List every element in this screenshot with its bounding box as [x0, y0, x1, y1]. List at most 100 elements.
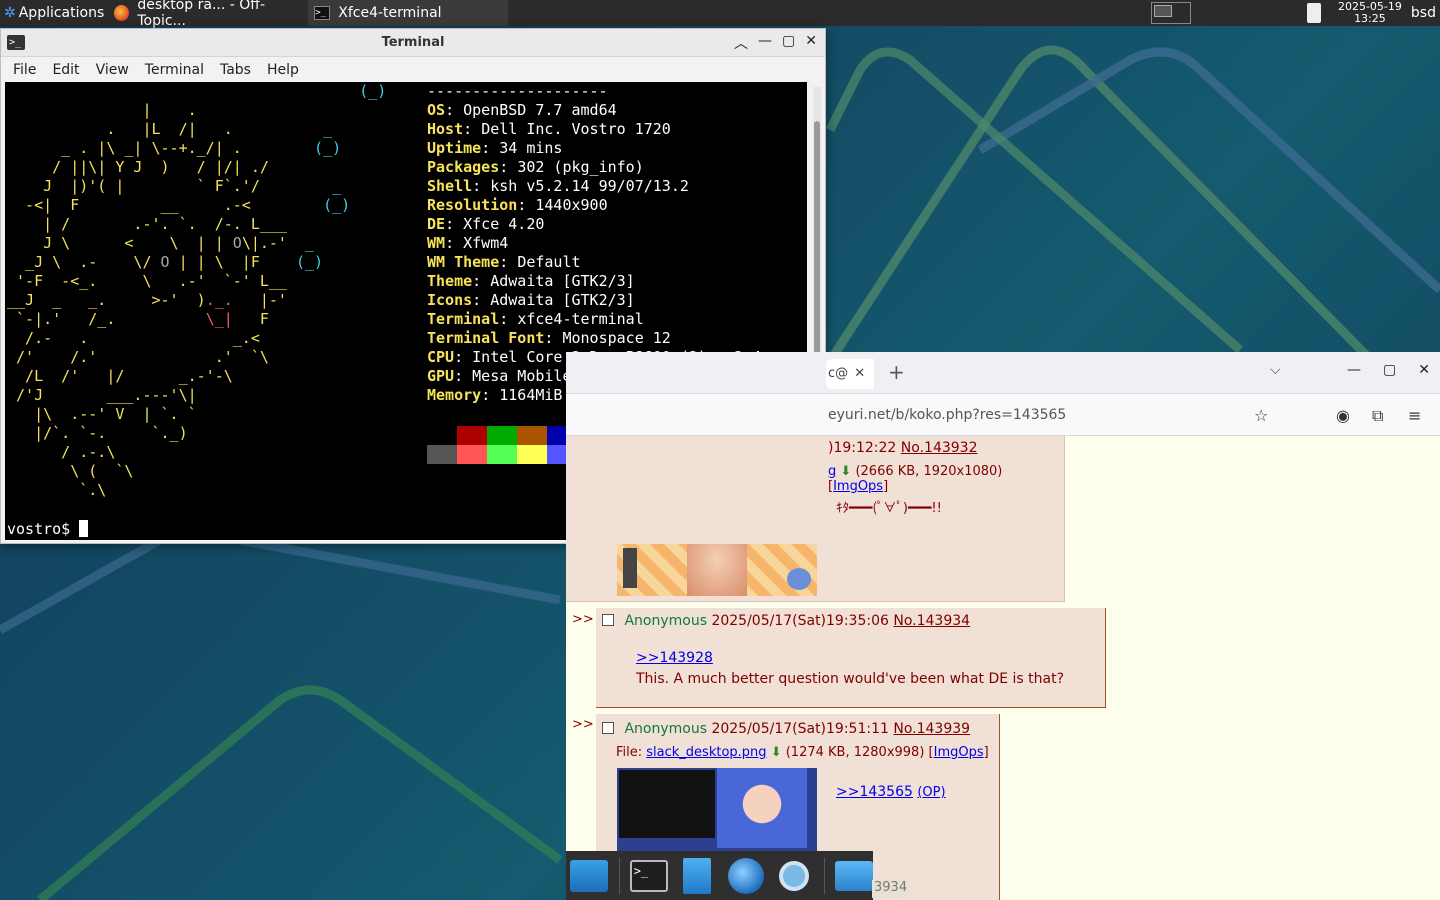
- tab-strip: c@ ✕ + ⌵ — ▢ ✕: [566, 352, 1440, 394]
- tab-list-chevron-icon[interactable]: ⌵: [1270, 362, 1281, 378]
- window-title: Terminal: [381, 35, 445, 50]
- menu-help[interactable]: Help: [259, 62, 307, 78]
- terminal-icon[interactable]: >_: [7, 35, 25, 50]
- post-checkbox[interactable]: [602, 614, 614, 626]
- info-line: WM Theme: Default: [427, 253, 581, 271]
- post-thumbnail[interactable]: [617, 544, 817, 596]
- navigation-bar: eyuri.net/b/koko.php?res=143565 ☆ ◉ ⧉ ≡: [566, 394, 1440, 436]
- info-line: WM: Xfwm4: [427, 234, 509, 252]
- info-key: CPU: [427, 348, 455, 366]
- status-fragment: 3934: [872, 880, 908, 898]
- thread-page: )19:12:22 No.143932 g ⬇ (2666 KB, 1920x1…: [566, 436, 1440, 900]
- applications-menu[interactable]: ✲ Applications: [0, 0, 108, 26]
- file-manager-icon[interactable]: [678, 856, 717, 896]
- menu-tabs[interactable]: Tabs: [212, 62, 259, 78]
- download-icon[interactable]: ⬇: [771, 745, 782, 760]
- terminal-launcher-icon[interactable]: >_: [629, 856, 668, 896]
- color-swatch: [457, 426, 487, 445]
- info-key: Packages: [427, 158, 500, 176]
- app-finder-icon[interactable]: [775, 856, 814, 896]
- info-line: OS: OpenBSD 7.7 amd64: [427, 101, 617, 119]
- info-value: Default: [517, 253, 581, 271]
- taskbar-item-browser[interactable]: desktop ra... - Off-Topic...: [108, 0, 308, 29]
- color-swatch: [487, 445, 517, 464]
- url-bar[interactable]: eyuri.net/b/koko.php?res=143565: [828, 407, 1066, 423]
- post-number-link[interactable]: No.143934: [893, 613, 970, 629]
- taskbar-item-terminal[interactable]: >_ Xfce4-terminal: [308, 0, 509, 26]
- tab-close-icon[interactable]: ✕: [854, 366, 865, 381]
- folder-icon[interactable]: [834, 856, 873, 896]
- show-desktop-icon[interactable]: [570, 856, 609, 896]
- dock-separator: [618, 857, 620, 894]
- post-marker: >>: [572, 612, 594, 627]
- imgops-link[interactable]: ImgOps: [934, 745, 984, 760]
- info-line: Host: Dell Inc. Vostro 1720: [427, 120, 671, 138]
- quote-link[interactable]: >>143928: [636, 650, 713, 666]
- poster-name: Anonymous: [624, 721, 707, 737]
- color-swatch: [457, 445, 487, 464]
- post-comment: ｷﾀ━━━(ﾟ∀ﾟ)━━━!!: [836, 501, 942, 516]
- browser-tab[interactable]: c@ ✕: [826, 359, 874, 389]
- info-line: DE: Xfce 4.20: [427, 215, 545, 233]
- openbsd-ascii-logo: (_) | . . |L /| . _ _ . |\ _| \--+._/| .…: [7, 82, 387, 499]
- user-menu[interactable]: bsd: [1407, 5, 1440, 21]
- terminal-titlebar[interactable]: >_ Terminal ︿ — ▢ ✕: [1, 29, 825, 57]
- info-value: Dell Inc. Vostro 1720: [481, 120, 671, 138]
- info-value: ksh v5.2.14 99/07/13.2: [490, 177, 689, 195]
- shell-prompt[interactable]: vostro$: [7, 520, 89, 539]
- info-key: Uptime: [427, 139, 482, 157]
- browser-window: c@ ✕ + ⌵ — ▢ ✕ eyuri.net/b/koko.php?res=…: [566, 352, 1440, 900]
- menu-file[interactable]: File: [5, 62, 44, 78]
- account-icon[interactable]: ◉: [1336, 406, 1350, 425]
- workspace-switcher[interactable]: [1131, 0, 1211, 26]
- post-date: 2025/05/17(Sat)19:51:11: [711, 721, 889, 737]
- info-value: Monospace 12: [562, 329, 671, 347]
- extensions-icon[interactable]: ⧉: [1372, 406, 1383, 426]
- minimize-icon[interactable]: —: [758, 33, 772, 53]
- file-link[interactable]: slack_desktop.png: [646, 745, 766, 760]
- color-swatch: [517, 426, 547, 445]
- info-line: Icons: Adwaita [GTK2/3]: [427, 291, 635, 309]
- roll-up-icon[interactable]: ︿: [734, 33, 748, 53]
- post-143934: Anonymous 2025/05/17(Sat)19:35:06 No.143…: [596, 608, 1106, 708]
- post-number-link[interactable]: No.143939: [893, 721, 970, 737]
- menu-view[interactable]: View: [88, 62, 137, 78]
- info-value: Adwaita [GTK2/3]: [490, 291, 635, 309]
- close-icon[interactable]: ✕: [805, 33, 817, 53]
- maximize-icon[interactable]: ▢: [782, 33, 795, 53]
- info-key: Theme: [427, 272, 473, 290]
- minimize-icon[interactable]: —: [1347, 362, 1361, 378]
- post-comment: This. A much better question would've be…: [636, 671, 1065, 687]
- post-checkbox[interactable]: [602, 722, 614, 734]
- info-line: Uptime: 34 mins: [427, 139, 563, 157]
- menu-edit[interactable]: Edit: [44, 62, 87, 78]
- info-value: Adwaita [GTK2/3]: [490, 272, 635, 290]
- download-icon[interactable]: ⬇: [840, 464, 851, 479]
- web-browser-icon[interactable]: [727, 856, 766, 896]
- maximize-icon[interactable]: ▢: [1383, 362, 1396, 378]
- info-key: Memory: [427, 386, 482, 404]
- info-line: Packages: 302 (pkg_info): [427, 158, 644, 176]
- info-key: WM: [427, 234, 446, 252]
- op-marker[interactable]: (OP): [917, 785, 945, 800]
- info-line: Shell: ksh v5.2.14 99/07/13.2: [427, 177, 689, 195]
- hamburger-menu-icon[interactable]: ≡: [1408, 406, 1421, 425]
- imgops-link[interactable]: ImgOps: [833, 479, 883, 494]
- info-key: Terminal Font: [427, 329, 545, 347]
- workspace-preview-icon: [1150, 2, 1191, 24]
- text-cursor: [79, 520, 89, 537]
- close-icon[interactable]: ✕: [1418, 362, 1430, 378]
- quote-link[interactable]: >>143565: [836, 784, 913, 800]
- info-key: DE: [427, 215, 446, 233]
- info-value: Xfce 4.20: [463, 215, 545, 233]
- info-key: WM Theme: [427, 253, 500, 271]
- bookmark-star-icon[interactable]: ☆: [1254, 406, 1268, 425]
- file-link[interactable]: g: [828, 464, 836, 479]
- info-key: Icons: [427, 291, 473, 309]
- terminal-menubar: File Edit View Terminal Tabs Help: [1, 57, 825, 83]
- clock[interactable]: 2025-05-19 13:25: [1333, 1, 1407, 25]
- menu-terminal[interactable]: Terminal: [137, 62, 212, 78]
- new-tab-icon[interactable]: +: [888, 360, 905, 384]
- post-number-link[interactable]: No.143932: [901, 440, 978, 456]
- battery-icon[interactable]: [1306, 3, 1321, 23]
